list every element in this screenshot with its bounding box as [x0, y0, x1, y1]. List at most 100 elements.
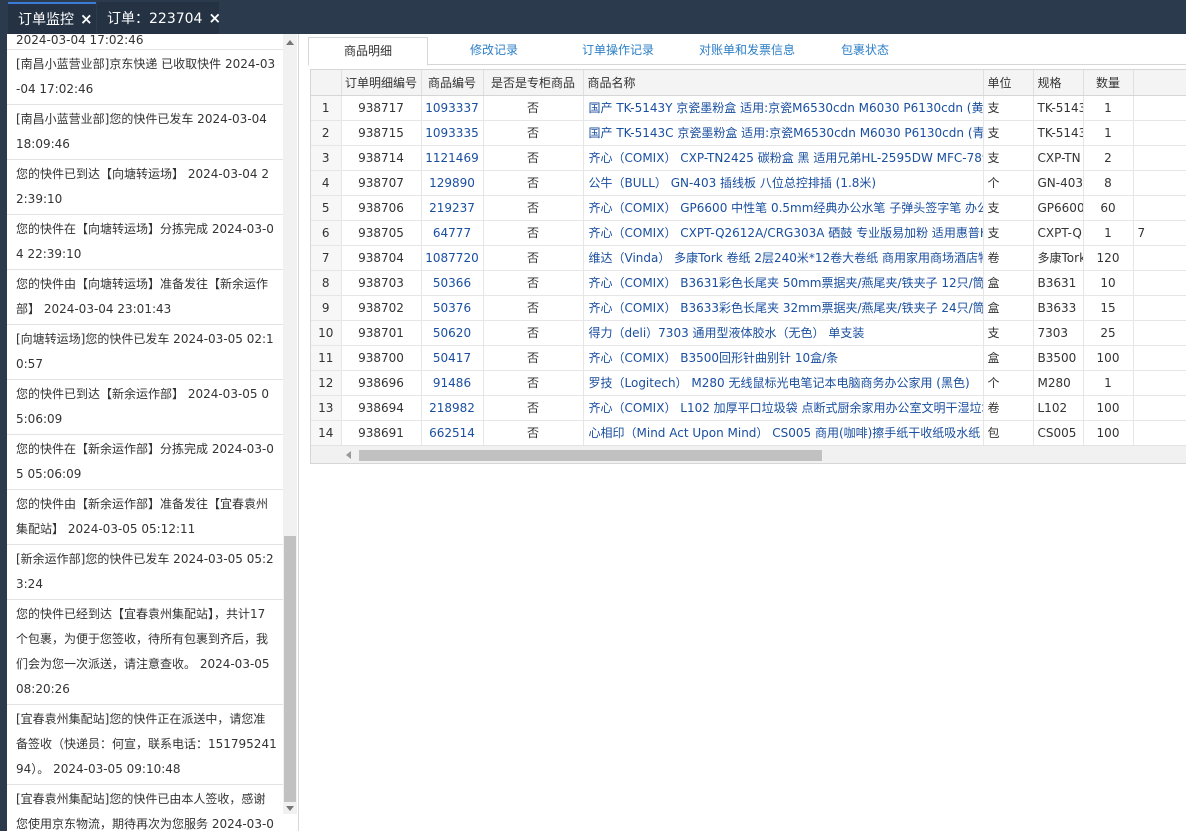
cell-product-name[interactable]: 齐心（COMIX） CXPT-Q2612A/CRG303A 硒鼓 专业版易加粉 …: [583, 220, 984, 246]
scroll-down-icon[interactable]: [286, 806, 294, 811]
header-detail-id[interactable]: 订单明细编号: [341, 70, 422, 96]
cell-quantity: 120: [1083, 245, 1134, 271]
cell-quantity: 8: [1083, 170, 1134, 196]
row-index: 10: [311, 320, 342, 346]
cell-unit: 个: [983, 370, 1034, 396]
cell-product-name[interactable]: 齐心（COMIX） B3631彩色长尾夹 50mm票据夹/燕尾夹/铁夹子 12只…: [583, 270, 984, 296]
cell-product-id[interactable]: 91486: [421, 370, 484, 396]
cell-unit: 盒: [983, 270, 1034, 296]
cell-detail-id: 938706: [341, 195, 422, 221]
cell-product-id[interactable]: 50620: [421, 320, 484, 346]
header-spec[interactable]: 规格: [1033, 70, 1084, 96]
tracking-item: 您的快件由【向塘转运场】准备发往【新余运作部】 2024-03-04 23:01…: [7, 270, 283, 325]
cell-extra: [1133, 345, 1186, 371]
cell-unit: 个: [983, 170, 1034, 196]
cell-product-id[interactable]: 218982: [421, 395, 484, 421]
cell-product-id[interactable]: 50376: [421, 295, 484, 321]
cell-product-name[interactable]: 罗技（Logitech） M280 无线鼠标光电笔记本电脑商务办公家用 (黑色): [583, 370, 984, 396]
table-row[interactable]: 2 938715 1093335 否国产 TK-5143C 京瓷墨粉盒 适用:京瓷M6…: [311, 120, 1186, 146]
header-counter-item[interactable]: 是否是专柜商品: [483, 70, 584, 96]
cell-detail-id: 938717: [341, 95, 422, 121]
cell-product-id[interactable]: 1093337: [421, 95, 484, 121]
table-row[interactable]: 13 938694 218982 否齐心（COMIX） L102 加厚平口垃圾袋 点断…: [311, 395, 1186, 421]
cell-product-id[interactable]: 50366: [421, 270, 484, 296]
cell-product-id[interactable]: 50417: [421, 345, 484, 371]
cell-product-id[interactable]: 64777: [421, 220, 484, 246]
cell-unit: 支: [983, 220, 1034, 246]
cell-spec: CS005: [1033, 420, 1084, 446]
cell-product-name[interactable]: 心相印（Mind Act Upon Mind） CS005 商用(咖啡)擦手纸干…: [583, 420, 984, 446]
cell-product-name[interactable]: 齐心（COMIX） GP6600 中性笔 0.5mm经典办公水笔 子弹头签字笔 …: [583, 195, 984, 221]
cell-extra: [1133, 195, 1186, 221]
table-row[interactable]: 11 938700 50417 否齐心（COMIX） B3500回形针曲别针 10盒/…: [311, 345, 1186, 371]
close-icon[interactable]: ×: [80, 10, 93, 28]
cell-product-name[interactable]: 齐心（COMIX） CXP-TN2425 碳粉盒 黑 适用兄弟HL-2595DW…: [583, 145, 984, 171]
table-row[interactable]: 12 938696 91486 否罗技（Logitech） M280 无线鼠标光电笔记…: [311, 370, 1186, 396]
scroll-thumb[interactable]: [284, 536, 296, 802]
cell-product-name[interactable]: 齐心（COMIX） B3500回形针曲别针 10盒/条: [583, 345, 984, 371]
cell-product-id[interactable]: 1093335: [421, 120, 484, 146]
table-row[interactable]: 9 938702 50376 否齐心（COMIX） B3633彩色长尾夹 32mm票据…: [311, 295, 1186, 321]
cell-spec: B3500: [1033, 345, 1084, 371]
grid-body: 1 938717 1093337 否 国产 TK-5143Y 京瓷墨粉盒 适用:京瓷M6…: [311, 95, 1186, 446]
cell-product-id[interactable]: 1121469: [421, 145, 484, 171]
tab-order-detail[interactable]: 订单：223704 ×: [97, 2, 221, 34]
table-row[interactable]: 10 938701 50620 否得力（deli）7303 通用型液体胶水（无色） 单…: [311, 320, 1186, 346]
cell-spec: TK-5143: [1033, 95, 1084, 121]
cell-extra: [1133, 320, 1186, 346]
header-product-name[interactable]: 商品名称: [583, 70, 984, 96]
cell-detail-id: 938702: [341, 295, 422, 321]
cell-product-id[interactable]: 129890: [421, 170, 484, 196]
tab-product-detail[interactable]: 商品明细: [308, 37, 428, 66]
tab-statement-invoice[interactable]: 对账单和发票信息: [682, 37, 812, 65]
cell-quantity: 1: [1083, 95, 1134, 121]
cell-counter-item: 否: [483, 170, 584, 196]
cell-detail-id: 938707: [341, 170, 422, 196]
table-row[interactable]: 1 938717 1093337 否国产 TK-5143Y 京瓷墨粉盒 适用:京瓷M6…: [311, 95, 1186, 121]
table-row[interactable]: 14 938691 662514 否心相印（Mind Act Upon Mind） C…: [311, 420, 1186, 446]
table-row[interactable]: 6 938705 64777 否齐心（COMIX） CXPT-Q2612A/CRG30…: [311, 220, 1186, 246]
cell-product-name[interactable]: 国产 TK-5143Y 京瓷墨粉盒 适用:京瓷M6530cdn M6030 P6…: [583, 95, 984, 121]
header-unit[interactable]: 单位: [983, 70, 1034, 96]
tab-modify-records[interactable]: 修改记录: [434, 37, 554, 65]
grid-horizontal-scrollbar[interactable]: [311, 445, 1186, 463]
tracking-item: 您的快件已经到达【宜春袁州集配站】，共计17个包裹，为便于您签收，待所有包裹到齐…: [7, 600, 283, 705]
cell-unit: 盒: [983, 295, 1034, 321]
cell-counter-item: 否: [483, 420, 584, 446]
header-product-id[interactable]: 商品编号: [421, 70, 484, 96]
cell-unit: 支: [983, 95, 1034, 121]
cell-product-id[interactable]: 662514: [421, 420, 484, 446]
tracking-scrollbar[interactable]: [283, 34, 297, 814]
table-row[interactable]: 4 938707 129890 否公牛（BULL） GN-403 插线板 八位总控排插…: [311, 170, 1186, 196]
tab-order-operation-records[interactable]: 订单操作记录: [558, 37, 678, 65]
table-row[interactable]: 3 938714 1121469 否齐心（COMIX） CXP-TN2425 碳粉盒 …: [311, 145, 1186, 171]
cell-unit: 支: [983, 120, 1034, 146]
table-row[interactable]: 7 938704 1087720 否维达（Vinda） 多康Tork 卷纸 2层240…: [311, 245, 1186, 271]
tracking-item: 2024-03-04 17:02:46: [7, 34, 283, 50]
tab-package-status[interactable]: 包裹状态: [818, 37, 912, 65]
cell-unit: 支: [983, 320, 1034, 346]
cell-product-name[interactable]: 国产 TK-5143C 京瓷墨粉盒 适用:京瓷M6530cdn M6030 P6…: [583, 120, 984, 146]
scroll-up-icon[interactable]: [286, 40, 294, 45]
table-row[interactable]: 8 938703 50366 否齐心（COMIX） B3631彩色长尾夹 50mm票据…: [311, 270, 1186, 296]
cell-product-name[interactable]: 齐心（COMIX） L102 加厚平口垃圾袋 点断式厨余家用办公室文明干湿垃圾: [583, 395, 984, 421]
tracking-item: [南昌小蓝营业部]京东快递 已收取快件 2024-03-04 17:02:46: [7, 50, 283, 105]
cell-product-id[interactable]: 219237: [421, 195, 484, 221]
cell-product-id[interactable]: 1087720: [421, 245, 484, 271]
tab-label: 订单监控: [18, 12, 74, 28]
scroll-left-icon[interactable]: [346, 451, 351, 459]
scroll-thumb[interactable]: [359, 450, 822, 461]
cell-product-name[interactable]: 齐心（COMIX） B3633彩色长尾夹 32mm票据夹/燕尾夹/铁夹子 24只…: [583, 295, 984, 321]
table-row[interactable]: 5 938706 219237 否齐心（COMIX） GP6600 中性笔 0.5mm…: [311, 195, 1186, 221]
cell-quantity: 15: [1083, 295, 1134, 321]
close-icon[interactable]: ×: [208, 9, 221, 27]
header-quantity[interactable]: 数量: [1083, 70, 1134, 96]
tracking-item: 您的快件由【新余运作部】准备发往【宜春袁州集配站】 2024-03-05 05:…: [7, 490, 283, 545]
cell-spec: B3631: [1033, 270, 1084, 296]
cell-product-name[interactable]: 得力（deli）7303 通用型液体胶水（无色） 单支装: [583, 320, 984, 346]
row-index: 4: [311, 170, 342, 196]
cell-product-name[interactable]: 公牛（BULL） GN-403 插线板 八位总控排插 (1.8米): [583, 170, 984, 196]
cell-counter-item: 否: [483, 320, 584, 346]
tab-order-monitor[interactable]: 订单监控 ×: [8, 2, 96, 34]
cell-product-name[interactable]: 维达（Vinda） 多康Tork 卷纸 2层240米*12卷大卷纸 商用家用商场…: [583, 245, 984, 271]
